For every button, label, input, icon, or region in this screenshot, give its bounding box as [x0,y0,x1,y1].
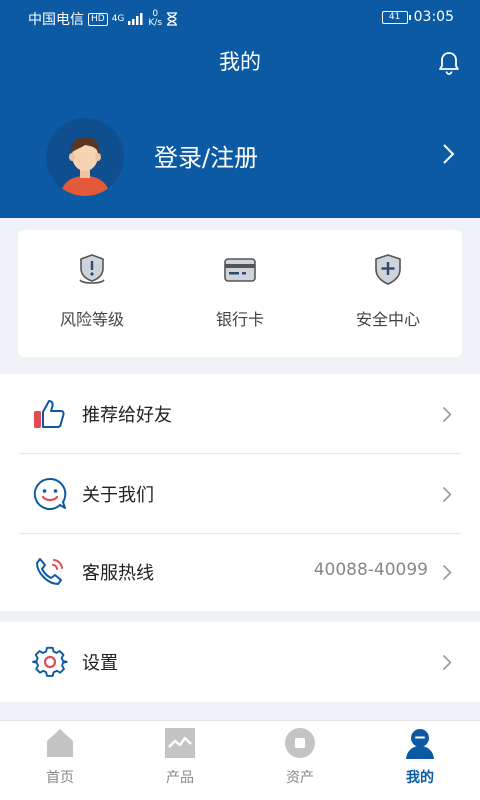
risk-level-label: 风险等级 [59,310,124,329]
asset-icon [285,728,315,758]
bottom-nav: 首页 产品 资产 我的 [0,720,480,800]
bank-card-button[interactable]: 银行卡 [166,252,314,330]
clock: 03:05 [413,9,454,25]
smiley-chat-icon [33,477,67,510]
default-avatar-icon [60,136,110,196]
bank-card-icon [224,258,256,282]
tab-assets-label: 资产 [286,770,314,786]
chevron-right-icon[interactable] [442,143,456,165]
battery-icon: 41 [381,10,411,24]
chevron-right-icon [442,564,452,581]
status-bar: 中国电信 HD 4G 0 K/s 41 03:05 [0,0,480,34]
chevron-right-icon [442,406,452,423]
signal-icon [128,13,143,25]
quick-actions-card: 风险等级 银行卡 安全中心 [18,230,462,357]
chart-icon [165,728,195,758]
recommend-label: 推荐给好友 [82,405,172,426]
thumbs-up-icon [34,400,65,428]
user-icon [406,729,434,759]
tab-home[interactable]: 首页 [0,721,120,800]
avatar[interactable] [46,118,124,196]
profile-header: 中国电信 HD 4G 0 K/s 41 03:05 我的 登录/注册 [0,0,480,218]
tab-assets[interactable]: 资产 [240,721,360,800]
phone-icon [36,558,63,585]
hourglass-icon [167,12,178,26]
list-item-settings[interactable]: 设置 [0,622,480,702]
hotline-number: 40088-40099 [313,560,428,580]
gear-icon [32,646,68,677]
menu-list: 推荐给好友 关于我们 客服热线 40088-40099 [0,374,480,611]
chevron-right-icon [442,654,452,671]
settings-label: 设置 [82,653,118,674]
tab-mine-label: 我的 [406,770,434,786]
shield-badge-icon [79,254,105,284]
list-item-recommend[interactable]: 推荐给好友 [0,374,480,454]
login-register-link[interactable]: 登录/注册 [154,138,258,173]
risk-level-button[interactable]: 风险等级 [18,252,166,330]
tab-products[interactable]: 产品 [120,721,240,800]
tab-home-label: 首页 [46,770,74,786]
settings-panel: 设置 [0,622,480,702]
network-speed: 0 K/s [148,9,163,28]
carrier-name: 中国电信 [28,12,84,28]
page-title: 我的 [219,50,261,74]
security-center-label: 安全中心 [355,310,420,329]
list-item-about[interactable]: 关于我们 [0,454,480,534]
chevron-right-icon [442,486,452,503]
bell-icon[interactable] [436,50,462,76]
list-item-hotline[interactable]: 客服热线 40088-40099 [0,532,480,612]
network-type: 4G [111,14,125,24]
home-icon [47,729,73,757]
tab-mine[interactable]: 我的 [360,721,480,800]
about-label: 关于我们 [82,485,154,506]
hotline-label: 客服热线 [82,563,154,584]
security-center-button[interactable]: 安全中心 [314,252,462,330]
hd-badge: HD [88,12,108,26]
bank-card-label: 银行卡 [215,310,264,329]
shield-plus-icon [375,254,401,285]
tab-products-label: 产品 [166,770,194,786]
